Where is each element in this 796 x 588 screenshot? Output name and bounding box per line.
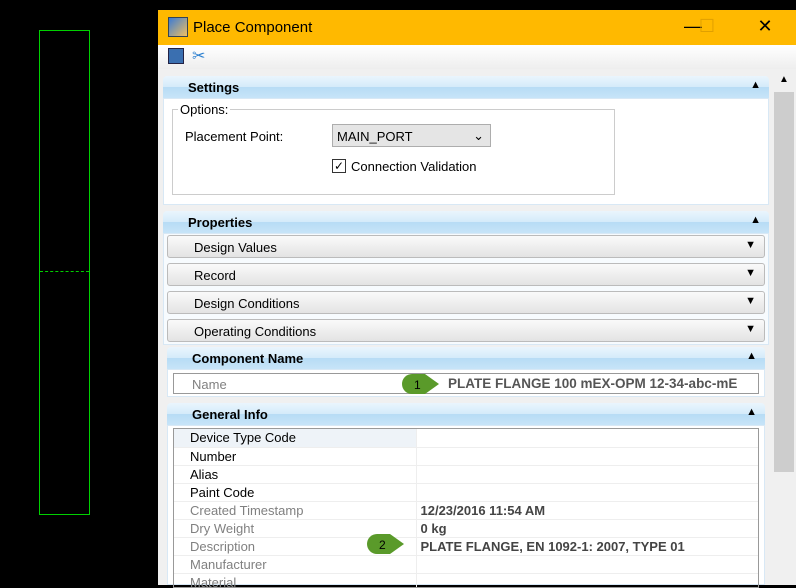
properties-title: Properties [188,215,253,230]
section-label: Record [194,268,236,283]
name-label: Name [192,377,227,392]
general-info-row[interactable]: Description PLATE FLANGE, EN 1092-1: 2007… [174,537,758,556]
scroll-up-icon[interactable]: ▲ [779,74,789,85]
general-info-row[interactable]: Paint Code [174,483,758,502]
chevron-up-icon[interactable]: ▲ [746,350,757,362]
section-label: Design Values [194,240,277,255]
section-label: Design Conditions [194,296,300,311]
place-component-dialog: Place Component — ☐ ✕ ✂ Settings ▲ Option… [158,10,796,588]
section-label: Operating Conditions [194,324,317,339]
properties-header[interactable]: Properties ▲ [163,211,769,233]
section-design-conditions[interactable]: Design Conditions ▼ [167,291,765,314]
row-label: Manufacturer [174,555,416,574]
component-name-title: Component Name [192,351,304,366]
options-group [172,109,615,195]
toolbar: ✂ [158,45,796,69]
chevron-up-icon[interactable]: ▲ [750,79,761,91]
app-icon [168,17,188,37]
scrollbar-thumb[interactable] [774,92,794,472]
chevron-down-icon: ▼ [745,239,756,251]
settings-header[interactable]: Settings ▲ [163,76,769,98]
callout-1: 1 [402,374,439,394]
placement-point-value: MAIN_PORT [337,129,413,144]
row-label: Alias [174,465,416,484]
center-line [40,271,89,272]
row-value[interactable] [415,429,758,448]
row-label: Device Type Code [174,429,416,448]
row-value: 12/23/2016 11:54 AM [415,501,758,520]
row-label: Material [174,573,416,587]
connection-validation-checkbox[interactable]: ✓ [332,159,346,173]
component-name-panel: Name PLATE FLANGE 100 mEX-OPM 12-34-abc-… [167,369,765,397]
general-info-grid: Device Type Code Number Alias Paint Code Cre… [173,428,759,588]
name-row: Name PLATE FLANGE 100 mEX-OPM 12-34-abc-… [173,373,759,394]
general-info-row[interactable]: Dry Weight 0 kg [174,519,758,538]
general-info-row[interactable]: Alias [174,465,758,484]
maximize-button[interactable]: ☐ [692,16,722,37]
name-input[interactable]: PLATE FLANGE 100 mEX-OPM 12-34-abc-mE [448,376,758,391]
options-label: Options: [178,102,231,117]
row-value [415,573,758,587]
callout-1-label: 1 [414,378,421,392]
general-info-row[interactable]: Created Timestamp 12/23/2016 11:54 AM [174,501,758,520]
general-info-panel: Device Type Code Number Alias Paint Code Cre… [167,425,765,588]
properties-icon[interactable] [168,48,184,64]
component-name-header[interactable]: Component Name ▲ [167,347,765,369]
row-value [415,555,758,574]
chevron-up-icon[interactable]: ▲ [746,406,757,418]
chevron-down-icon: ▼ [745,323,756,335]
row-value[interactable] [415,447,758,466]
row-value: 0 kg [415,519,758,538]
settings-panel: Options: Placement Point: MAIN_PORT ⌄ ✓ C… [163,98,769,205]
chevron-down-icon: ▼ [745,295,756,307]
section-record[interactable]: Record ▼ [167,263,765,286]
section-design-values[interactable]: Design Values ▼ [167,235,765,258]
general-info-row[interactable]: Device Type Code [174,429,758,448]
row-label: Created Timestamp [174,501,416,520]
component-outline [39,30,90,515]
section-operating-conditions[interactable]: Operating Conditions ▼ [167,319,765,342]
row-value[interactable] [415,483,758,502]
general-info-row[interactable]: Number [174,447,758,466]
row-label: Number [174,447,416,466]
row-label: Paint Code [174,483,416,502]
callout-2-label: 2 [379,538,386,552]
tools-icon[interactable]: ✂ [192,46,205,66]
close-button[interactable]: ✕ [750,16,780,37]
chevron-down-icon: ▼ [745,267,756,279]
row-value: PLATE FLANGE, EN 1092-1: 2007, TYPE 01 [415,537,758,556]
general-info-row[interactable]: Material [174,573,758,587]
general-info-title: General Info [192,407,268,422]
placement-point-label: Placement Point: [185,129,284,144]
title-bar[interactable]: Place Component — ☐ ✕ [158,10,796,45]
settings-title: Settings [188,80,240,95]
chevron-down-icon: ⌄ [473,128,484,143]
row-value[interactable] [415,465,758,484]
general-info-header[interactable]: General Info ▲ [167,403,765,425]
placement-point-select[interactable]: MAIN_PORT ⌄ [332,124,491,147]
general-info-row[interactable]: Manufacturer [174,555,758,574]
callout-2: 2 [367,534,404,554]
window-title: Place Component [193,19,313,36]
chevron-up-icon[interactable]: ▲ [750,214,761,226]
connection-validation-label: Connection Validation [351,159,477,174]
